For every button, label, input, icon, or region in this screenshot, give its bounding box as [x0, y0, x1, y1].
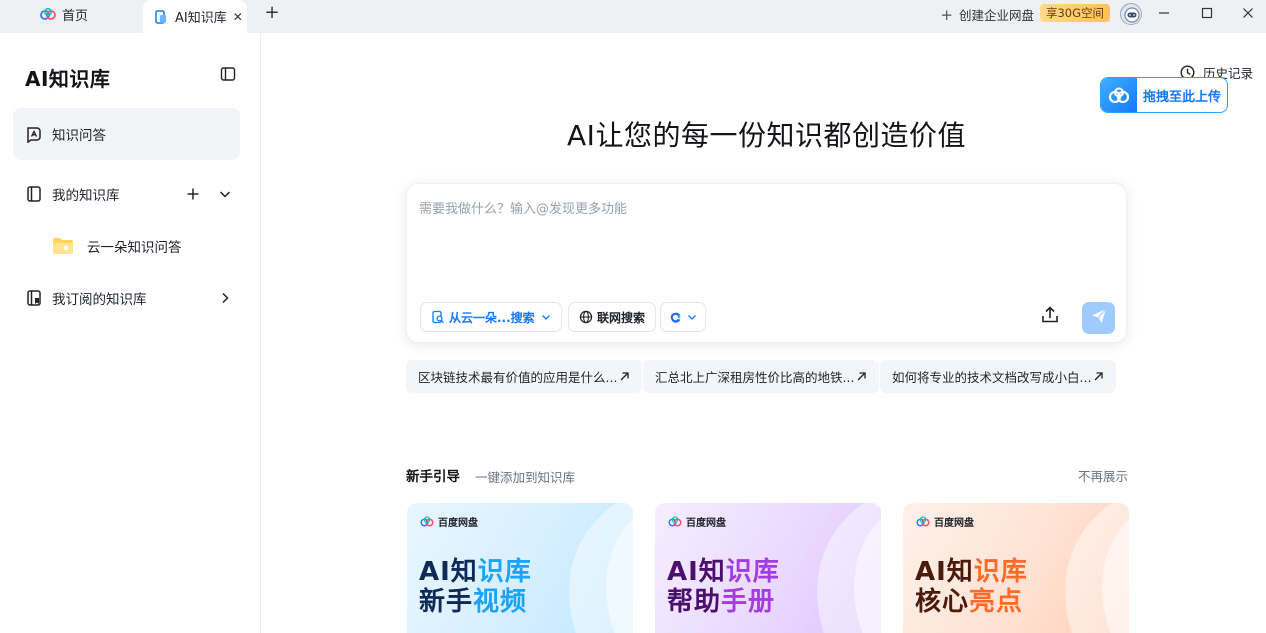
guide-card-video[interactable]: 百度网盘 AI知识库 新手视频: [407, 503, 633, 633]
card-title-part: 帮助: [667, 587, 722, 617]
web-search-toggle[interactable]: 联网搜索: [568, 302, 657, 332]
suggestion-chip[interactable]: 汇总北上广深租房性价比高的地铁...: [643, 360, 880, 393]
sidebar-item-yunyiduo-qa[interactable]: 云一朵知识问答: [52, 220, 240, 272]
globe-icon: [579, 310, 593, 324]
chevron-right-icon[interactable]: [218, 291, 232, 305]
create-enterprise-label: 创建企业网盘: [958, 8, 1034, 23]
maximize-icon[interactable]: [1195, 2, 1219, 24]
book-icon: [25, 185, 43, 203]
suggestion-chip[interactable]: 区块链技术最有价值的应用是什么...: [406, 360, 643, 393]
doc-search-icon: [431, 310, 445, 324]
suggestion-text: 区块链技术最有价值的应用是什么...: [418, 370, 618, 385]
search-scope-dropdown[interactable]: 从云一朵...搜索: [420, 302, 562, 332]
sidebar: AI知识库 知识问答 我的知识库 云一朵知识问答 我订阅的知识库: [0, 33, 261, 633]
prompt-card: 从云一朵...搜索 联网搜索: [406, 183, 1127, 343]
guide-title: 新手引导: [406, 469, 460, 485]
close-window-icon[interactable]: [1236, 2, 1260, 24]
card-title-part: 核心: [915, 587, 970, 617]
sidebar-item-label: 知识问答: [52, 128, 106, 144]
sidebar-item-my-knowledge-base[interactable]: 我的知识库: [13, 168, 240, 220]
chevron-down-icon[interactable]: [218, 187, 232, 201]
card-title-part: 亮点: [969, 587, 1024, 617]
tab-close-icon[interactable]: ✕: [233, 10, 243, 24]
tab-home-label: 首页: [62, 8, 89, 24]
my-kb-actions: [186, 187, 232, 201]
minimize-icon[interactable]: [1152, 2, 1176, 24]
hero-title: AI让您的每一份知识都创造价值: [567, 119, 966, 152]
search-scope-label: 从云一朵...搜索: [449, 310, 535, 325]
card-title-part: 手册: [721, 587, 776, 617]
knowledge-base-icon: [153, 9, 169, 25]
sidebar-collapse-icon[interactable]: [220, 66, 236, 82]
card-brand: 百度网盘: [916, 514, 974, 529]
guide-subtitle: 一键添加到知识库: [475, 470, 576, 485]
card-brand-label: 百度网盘: [438, 518, 478, 529]
create-enterprise-button[interactable]: + 创建企业网盘: [940, 5, 1034, 24]
model-logo-icon: [669, 310, 683, 324]
bookmark-book-icon: [25, 289, 43, 307]
tab-home[interactable]: 首页: [40, 0, 88, 28]
baidu-cloud-icon: [40, 6, 56, 22]
drag-upload-label: 拖拽至此上传: [1143, 89, 1222, 105]
arrow-up-right-icon: [1093, 371, 1104, 382]
sidebar-item-label: 云一朵知识问答: [87, 240, 182, 256]
subscribed-actions: [218, 291, 232, 305]
folder-icon: [52, 237, 74, 255]
chevron-down-icon: [541, 312, 551, 322]
card-brand: 百度网盘: [420, 514, 478, 529]
prompt-input[interactable]: [419, 198, 1109, 288]
arrow-up-right-icon: [619, 371, 630, 382]
guide-card-highlights[interactable]: 百度网盘 AI知识库 核心亮点: [903, 503, 1129, 633]
send-button[interactable]: [1082, 302, 1115, 334]
chevron-down-icon: [687, 312, 697, 322]
card-brand: 百度网盘: [668, 514, 726, 529]
upload-icon: [1040, 305, 1060, 329]
upload-file-button[interactable]: [1037, 304, 1063, 330]
card-title-part: 视频: [473, 587, 528, 617]
card-brand-label: 百度网盘: [934, 518, 974, 529]
card-title-line2: 帮助手册: [667, 581, 775, 618]
sidebar-title: AI知识库: [25, 67, 111, 91]
card-title-line2: 新手视频: [419, 581, 527, 618]
astronaut-avatar-icon[interactable]: [1120, 3, 1142, 25]
drag-upload-panel[interactable]: 拖拽至此上传: [1100, 77, 1228, 113]
suggestion-text: 如何将专业的技术文档改写成小白...: [892, 370, 1092, 385]
guide-dismiss-link[interactable]: 不再展示: [1078, 466, 1128, 485]
tab-ai-knowledge-base[interactable]: AI知识库 ✕: [143, 0, 247, 33]
title-tab-bar: 首页 AI知识库 ✕ + + 创建企业网盘 享30G空间: [0, 0, 1266, 33]
baidu-cloud-icon: [916, 516, 930, 527]
web-search-label: 联网搜索: [597, 310, 646, 325]
model-selector[interactable]: [660, 302, 706, 332]
suggestion-text: 汇总北上广深租房性价比高的地铁...: [655, 370, 855, 385]
add-knowledge-base-icon[interactable]: [186, 187, 200, 201]
tab-active-label: AI知识库: [175, 11, 227, 26]
baidu-cloud-icon: [420, 516, 434, 527]
guide-card-manual[interactable]: 百度网盘 AI知识库 帮助手册: [655, 503, 881, 633]
sidebar-item-knowledge-qa[interactable]: 知识问答: [13, 108, 240, 160]
suggestion-chip[interactable]: 如何将专业的技术文档改写成小白...: [880, 360, 1117, 393]
promo-badge[interactable]: 享30G空间: [1039, 4, 1110, 22]
plus-icon: +: [940, 5, 953, 24]
chat-bubble-icon: [25, 125, 43, 143]
card-title-line2: 核心亮点: [915, 581, 1023, 618]
sidebar-item-subscribed-knowledge-base[interactable]: 我订阅的知识库: [13, 272, 240, 324]
baidu-cloud-icon: [668, 516, 682, 527]
sidebar-item-label: 我的知识库: [52, 188, 120, 204]
card-brand-label: 百度网盘: [686, 518, 726, 529]
arrow-up-right-icon: [856, 371, 867, 382]
card-title-part: 新手: [419, 587, 474, 617]
paper-plane-icon: [1090, 307, 1108, 329]
new-tab-button[interactable]: +: [262, 4, 282, 24]
baidu-cloud-icon: [1101, 78, 1137, 112]
sidebar-item-label: 我订阅的知识库: [52, 292, 147, 308]
